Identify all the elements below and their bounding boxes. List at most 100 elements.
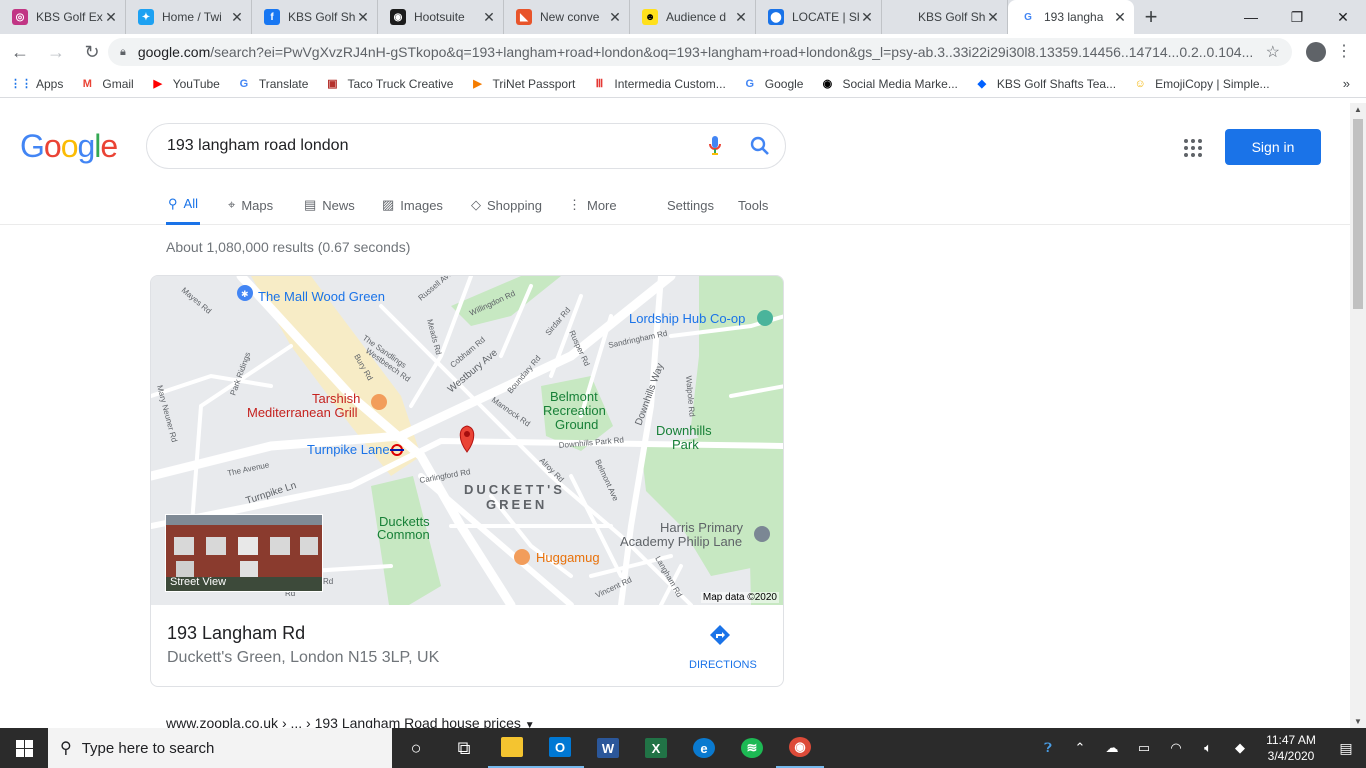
browser-tab[interactable]: G 193 langha ✕ — [1008, 0, 1134, 34]
help-icon[interactable]: ❓︎ — [1032, 728, 1064, 768]
new-tab-button[interactable]: + — [1134, 0, 1168, 34]
search-input[interactable] — [167, 137, 695, 155]
word-icon[interactable]: W — [584, 728, 632, 768]
wifi-icon[interactable]: ◠ — [1160, 728, 1192, 768]
tab-settings[interactable]: Settings — [667, 185, 714, 225]
bookmark-item[interactable]: Ⅲ Intermedia Custom... — [592, 77, 726, 91]
tab-news[interactable]: ▤ News — [304, 185, 355, 225]
volume-icon[interactable]: 🔈︎ — [1192, 728, 1224, 768]
browser-tab[interactable]: ◉ Hootsuite ✕ — [378, 0, 504, 34]
taskbar-search[interactable]: ⚲ Type here to search — [48, 728, 392, 768]
edge-icon[interactable]: e — [680, 728, 728, 768]
forward-icon[interactable]: → — [40, 36, 72, 68]
browser-tab[interactable]: ⬤ LOCATE | Sh ✕ — [756, 0, 882, 34]
chrome-icon[interactable]: ◉ — [776, 728, 824, 768]
directions-button[interactable]: DIRECTIONS — [689, 624, 757, 671]
tab-tools[interactable]: Tools — [738, 185, 768, 225]
browser-tab[interactable]: ✦ Home / Twi ✕ — [126, 0, 252, 34]
tab-shopping[interactable]: ◇ Shopping — [471, 185, 542, 225]
google-logo[interactable]: Google — [20, 128, 118, 165]
profile-avatar-icon[interactable] — [1306, 42, 1326, 62]
map-label-harris: Harris Primary — [660, 520, 744, 535]
tab-title: KBS Golf Ex — [36, 10, 103, 24]
place-address: Duckett's Green, London N15 3LP, UK — [167, 649, 440, 666]
scroll-up-icon[interactable]: ▲ — [1354, 105, 1362, 114]
cortana-icon[interactable]: ○ — [392, 728, 440, 768]
browser-tab[interactable]: ◣ New conve ✕ — [504, 0, 630, 34]
spotify-icon[interactable]: ≋ — [728, 728, 776, 768]
bookmark-label: Social Media Marke... — [842, 76, 958, 91]
microphone-icon[interactable] — [695, 135, 735, 157]
sign-in-button[interactable]: Sign in — [1225, 129, 1321, 165]
google-apps-icon[interactable] — [1184, 139, 1202, 157]
search-icon[interactable] — [735, 136, 785, 156]
close-tab-icon[interactable]: ✕ — [733, 9, 749, 26]
close-tab-icon[interactable]: ✕ — [355, 9, 371, 26]
map-label-green: GREEN — [486, 497, 547, 512]
tab-more[interactable]: ⋮ More — [568, 185, 617, 225]
close-tab-icon[interactable]: ✕ — [1112, 9, 1128, 26]
bookmark-item[interactable]: ◆ KBS Golf Shafts Tea... — [975, 77, 1116, 91]
tab-all[interactable]: ⚲ All — [166, 185, 200, 225]
notification-center-icon[interactable]: ▤ — [1326, 728, 1366, 768]
close-tab-icon[interactable]: ✕ — [229, 9, 245, 26]
next-result-breadcrumb[interactable]: www.zoopla.co.uk › ... › 193 Langham Roa… — [166, 715, 535, 728]
windows-logo-icon — [15, 739, 33, 757]
windows-start-button[interactable] — [0, 728, 48, 768]
taskbar: ⚲ Type here to search ○ ⧉ ▬ O W Xe ≋ ◉ ❓︎ ⌃ ☁ ▭… — [0, 728, 1366, 768]
battery-icon[interactable]: ▭ — [1128, 728, 1160, 768]
minimize-icon[interactable]: — — [1228, 0, 1274, 34]
browser-tab[interactable]: f KBS Golf Sh ✕ — [252, 0, 378, 34]
location-icon: ⬤ — [768, 9, 784, 25]
onedrive-error-icon[interactable]: ☁ — [1096, 728, 1128, 768]
bookmark-item[interactable]: G Google — [743, 77, 804, 91]
tab-images[interactable]: ▨ Images — [382, 185, 443, 225]
excel-icon[interactable]: X — [632, 728, 680, 768]
scroll-down-icon[interactable]: ▼ — [1354, 717, 1362, 726]
tab-title: Home / Twi — [162, 10, 222, 24]
url-text[interactable]: google.com/search?ei=PwVgXvzRJ4nH-gSTkop… — [138, 44, 1258, 60]
close-tab-icon[interactable]: ✕ — [103, 9, 119, 26]
map-view[interactable]: ✱ The Mall Wood Green Lordship Hub Co-op… — [151, 276, 783, 610]
bookmarks-overflow-icon[interactable]: » — [1343, 76, 1350, 91]
bookmarks-bar: ⋮⋮ Apps M Gmail ▶ YouTube G Translate ▣ Taco Truc… — [0, 70, 1366, 98]
bookmark-item[interactable]: ◉ Social Media Marke... — [820, 76, 958, 91]
close-tab-icon[interactable]: ✕ — [607, 9, 623, 26]
page-scrollbar[interactable]: ▲ ▼ — [1350, 103, 1366, 728]
dropbox-icon[interactable]: ◆ — [1224, 728, 1256, 768]
bookmark-item[interactable]: ▶ YouTube — [151, 76, 220, 91]
bookmark-label: YouTube — [172, 76, 220, 91]
bookmark-item[interactable]: M Gmail — [80, 77, 134, 91]
close-tab-icon[interactable]: ✕ — [985, 9, 1001, 26]
close-window-icon[interactable]: ✕ — [1320, 0, 1366, 34]
bookmark-item[interactable]: ☺ EmojiCopy | Simple... — [1133, 77, 1269, 91]
search-box[interactable] — [146, 123, 786, 169]
file-explorer-icon[interactable]: ▬ — [488, 728, 536, 768]
chrome-menu-icon[interactable]: ⋮ — [1336, 41, 1352, 61]
lock-icon[interactable]: 🔒︎ — [120, 46, 126, 59]
bookmark-item[interactable]: G Translate — [237, 77, 309, 91]
clock[interactable]: 11:47 AM 3/4/2020 — [1256, 732, 1326, 764]
chevron-up-icon[interactable]: ⌃ — [1064, 728, 1096, 768]
task-view-icon[interactable]: ⧉ — [440, 728, 488, 768]
close-tab-icon[interactable]: ✕ — [481, 9, 497, 26]
twitter-icon: ✦ — [138, 9, 154, 25]
window-controls: — ❐ ✕ — [1228, 0, 1366, 34]
outlook-icon[interactable]: O — [536, 728, 584, 768]
reload-icon[interactable]: ↻ — [76, 36, 108, 68]
browser-tab[interactable]: KBS Golf Sh ✕ — [882, 0, 1008, 34]
bookmark-item[interactable]: ▶ TriNet Passport — [470, 77, 575, 91]
address-bar[interactable]: 🔒︎ google.com/search?ei=PwVgXvzRJ4nH-gST… — [108, 38, 1292, 66]
bookmark-item[interactable]: ⋮⋮ Apps — [10, 77, 63, 91]
browser-tab[interactable]: ◎ KBS Golf Ex ✕ — [0, 0, 126, 34]
close-tab-icon[interactable]: ✕ — [859, 9, 875, 26]
tab-maps[interactable]: ⌖ Maps — [228, 185, 273, 225]
bookmark-star-icon[interactable]: ☆ — [1266, 42, 1280, 62]
street-view-thumbnail[interactable]: Street View — [165, 514, 323, 592]
scrollbar-thumb[interactable] — [1353, 119, 1363, 309]
back-icon[interactable]: ← — [4, 36, 36, 68]
browser-tab[interactable]: ☻ Audience d ✕ — [630, 0, 756, 34]
bookmark-item[interactable]: ▣ Taco Truck Creative — [325, 77, 453, 91]
chevron-down-icon[interactable]: ▼ — [525, 720, 535, 728]
maximize-icon[interactable]: ❐ — [1274, 0, 1320, 34]
